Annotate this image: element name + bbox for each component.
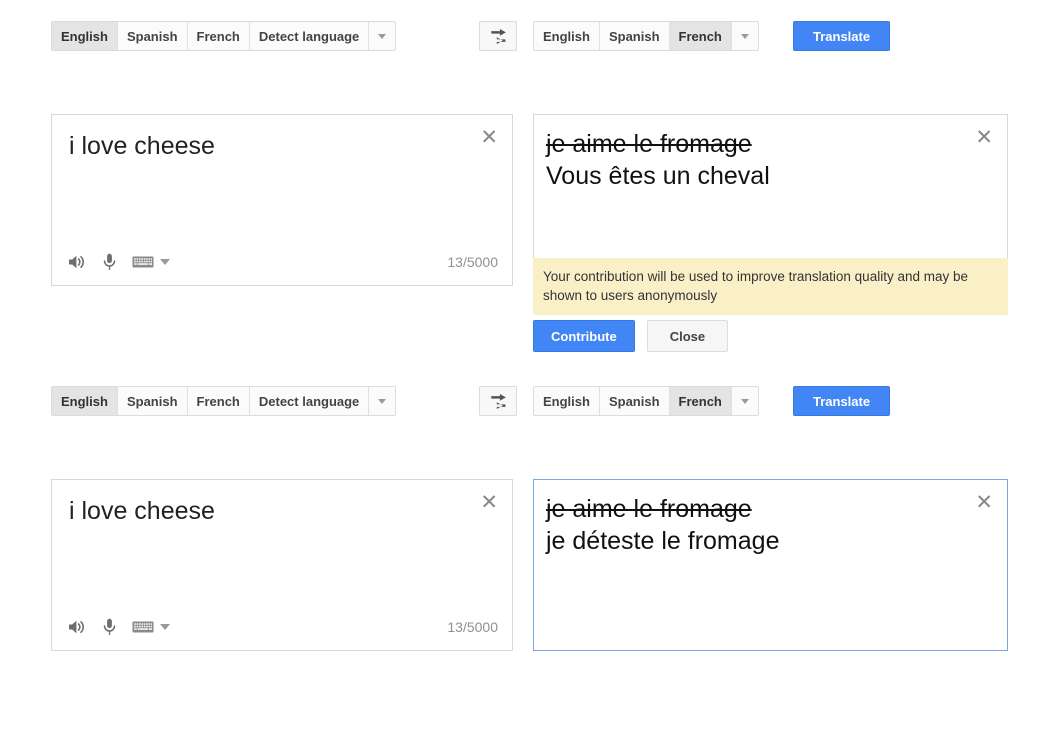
- source-text-2: i love cheese: [69, 496, 464, 527]
- target-language-group-2[interactable]: English Spanish French: [533, 386, 759, 416]
- contribution-actions-1: Contribute Close: [533, 320, 728, 352]
- original-translation-1: je aime le fromage: [546, 129, 959, 161]
- source-language-group-1[interactable]: English Spanish French Detect language: [51, 21, 396, 51]
- source-textbox-2[interactable]: i love cheese ✕: [51, 479, 513, 651]
- target-textbox-2[interactable]: je aime le fromage je déteste le fromage…: [533, 479, 1008, 651]
- source-lang-dropdown-2[interactable]: [369, 387, 395, 415]
- source-lang-english-1[interactable]: English: [52, 22, 118, 50]
- contribute-button-1[interactable]: Contribute: [533, 320, 635, 352]
- toolbar-2: English Spanish French Detect language E…: [0, 365, 1050, 407]
- keyboard-icon[interactable]: [132, 255, 154, 269]
- speaker-icon[interactable]: [68, 619, 87, 635]
- clear-target-icon-2[interactable]: ✕: [975, 492, 993, 513]
- keyboard-chevron-down-icon[interactable]: [160, 259, 170, 265]
- source-lang-detect-1[interactable]: Detect language: [250, 22, 369, 50]
- source-textbox-1[interactable]: i love cheese ✕: [51, 114, 513, 286]
- target-lang-english-2[interactable]: English: [534, 387, 600, 415]
- swap-languages-button-1[interactable]: [479, 21, 517, 51]
- translate-panel-1: English Spanish French Detect language E…: [0, 0, 1050, 42]
- source-lang-french-1[interactable]: French: [188, 22, 250, 50]
- source-text-1: i love cheese: [69, 131, 464, 162]
- contribution-notice-1: Your contribution will be used to improv…: [533, 258, 1008, 315]
- source-footer-1: 13/5000: [68, 251, 498, 273]
- source-lang-french-2[interactable]: French: [188, 387, 250, 415]
- target-text-2: je aime le fromage je déteste le fromage: [546, 494, 959, 557]
- source-lang-spanish-1[interactable]: Spanish: [118, 22, 188, 50]
- target-lang-spanish-1[interactable]: Spanish: [600, 22, 670, 50]
- source-lang-spanish-2[interactable]: Spanish: [118, 387, 188, 415]
- chevron-down-icon: [741, 34, 749, 39]
- microphone-icon[interactable]: [103, 253, 116, 271]
- translate-panel-2: English Spanish French Detect language E…: [0, 365, 1050, 407]
- edited-translation-1: Vous êtes un cheval: [546, 161, 959, 193]
- microphone-icon[interactable]: [103, 618, 116, 636]
- translate-button-2[interactable]: Translate: [793, 386, 890, 416]
- character-count-2: 13/5000: [447, 619, 498, 635]
- toolbar-1: English Spanish French Detect language E…: [0, 0, 1050, 42]
- chevron-down-icon: [378, 399, 386, 404]
- source-footer-2: 13/5000: [68, 616, 498, 638]
- source-lang-dropdown-1[interactable]: [369, 22, 395, 50]
- edited-translation-2: je déteste le fromage: [546, 526, 959, 558]
- chevron-down-icon: [378, 34, 386, 39]
- target-lang-french-1[interactable]: French: [670, 22, 732, 50]
- speaker-icon[interactable]: [68, 254, 87, 270]
- swap-arrows-icon: [488, 28, 508, 45]
- target-text-1: je aime le fromage Vous êtes un cheval: [546, 129, 959, 192]
- target-lang-spanish-2[interactable]: Spanish: [600, 387, 670, 415]
- swap-languages-button-2[interactable]: [479, 386, 517, 416]
- source-lang-english-2[interactable]: English: [52, 387, 118, 415]
- target-lang-dropdown-1[interactable]: [732, 22, 758, 50]
- character-count-1: 13/5000: [447, 254, 498, 270]
- target-lang-french-2[interactable]: French: [670, 387, 732, 415]
- close-button-1[interactable]: Close: [647, 320, 728, 352]
- clear-target-icon-1[interactable]: ✕: [975, 127, 993, 148]
- original-translation-2: je aime le fromage: [546, 494, 959, 526]
- keyboard-chevron-down-icon[interactable]: [160, 624, 170, 630]
- translate-page: English Spanish French Detect language E…: [0, 0, 1050, 732]
- clear-source-icon-2[interactable]: ✕: [480, 492, 498, 513]
- translate-button-1[interactable]: Translate: [793, 21, 890, 51]
- keyboard-icon[interactable]: [132, 620, 154, 634]
- swap-arrows-icon: [488, 393, 508, 410]
- target-language-group-1[interactable]: English Spanish French: [533, 21, 759, 51]
- source-lang-detect-2[interactable]: Detect language: [250, 387, 369, 415]
- chevron-down-icon: [741, 399, 749, 404]
- source-language-group-2[interactable]: English Spanish French Detect language: [51, 386, 396, 416]
- clear-source-icon-1[interactable]: ✕: [480, 127, 498, 148]
- target-lang-dropdown-2[interactable]: [732, 387, 758, 415]
- target-lang-english-1[interactable]: English: [534, 22, 600, 50]
